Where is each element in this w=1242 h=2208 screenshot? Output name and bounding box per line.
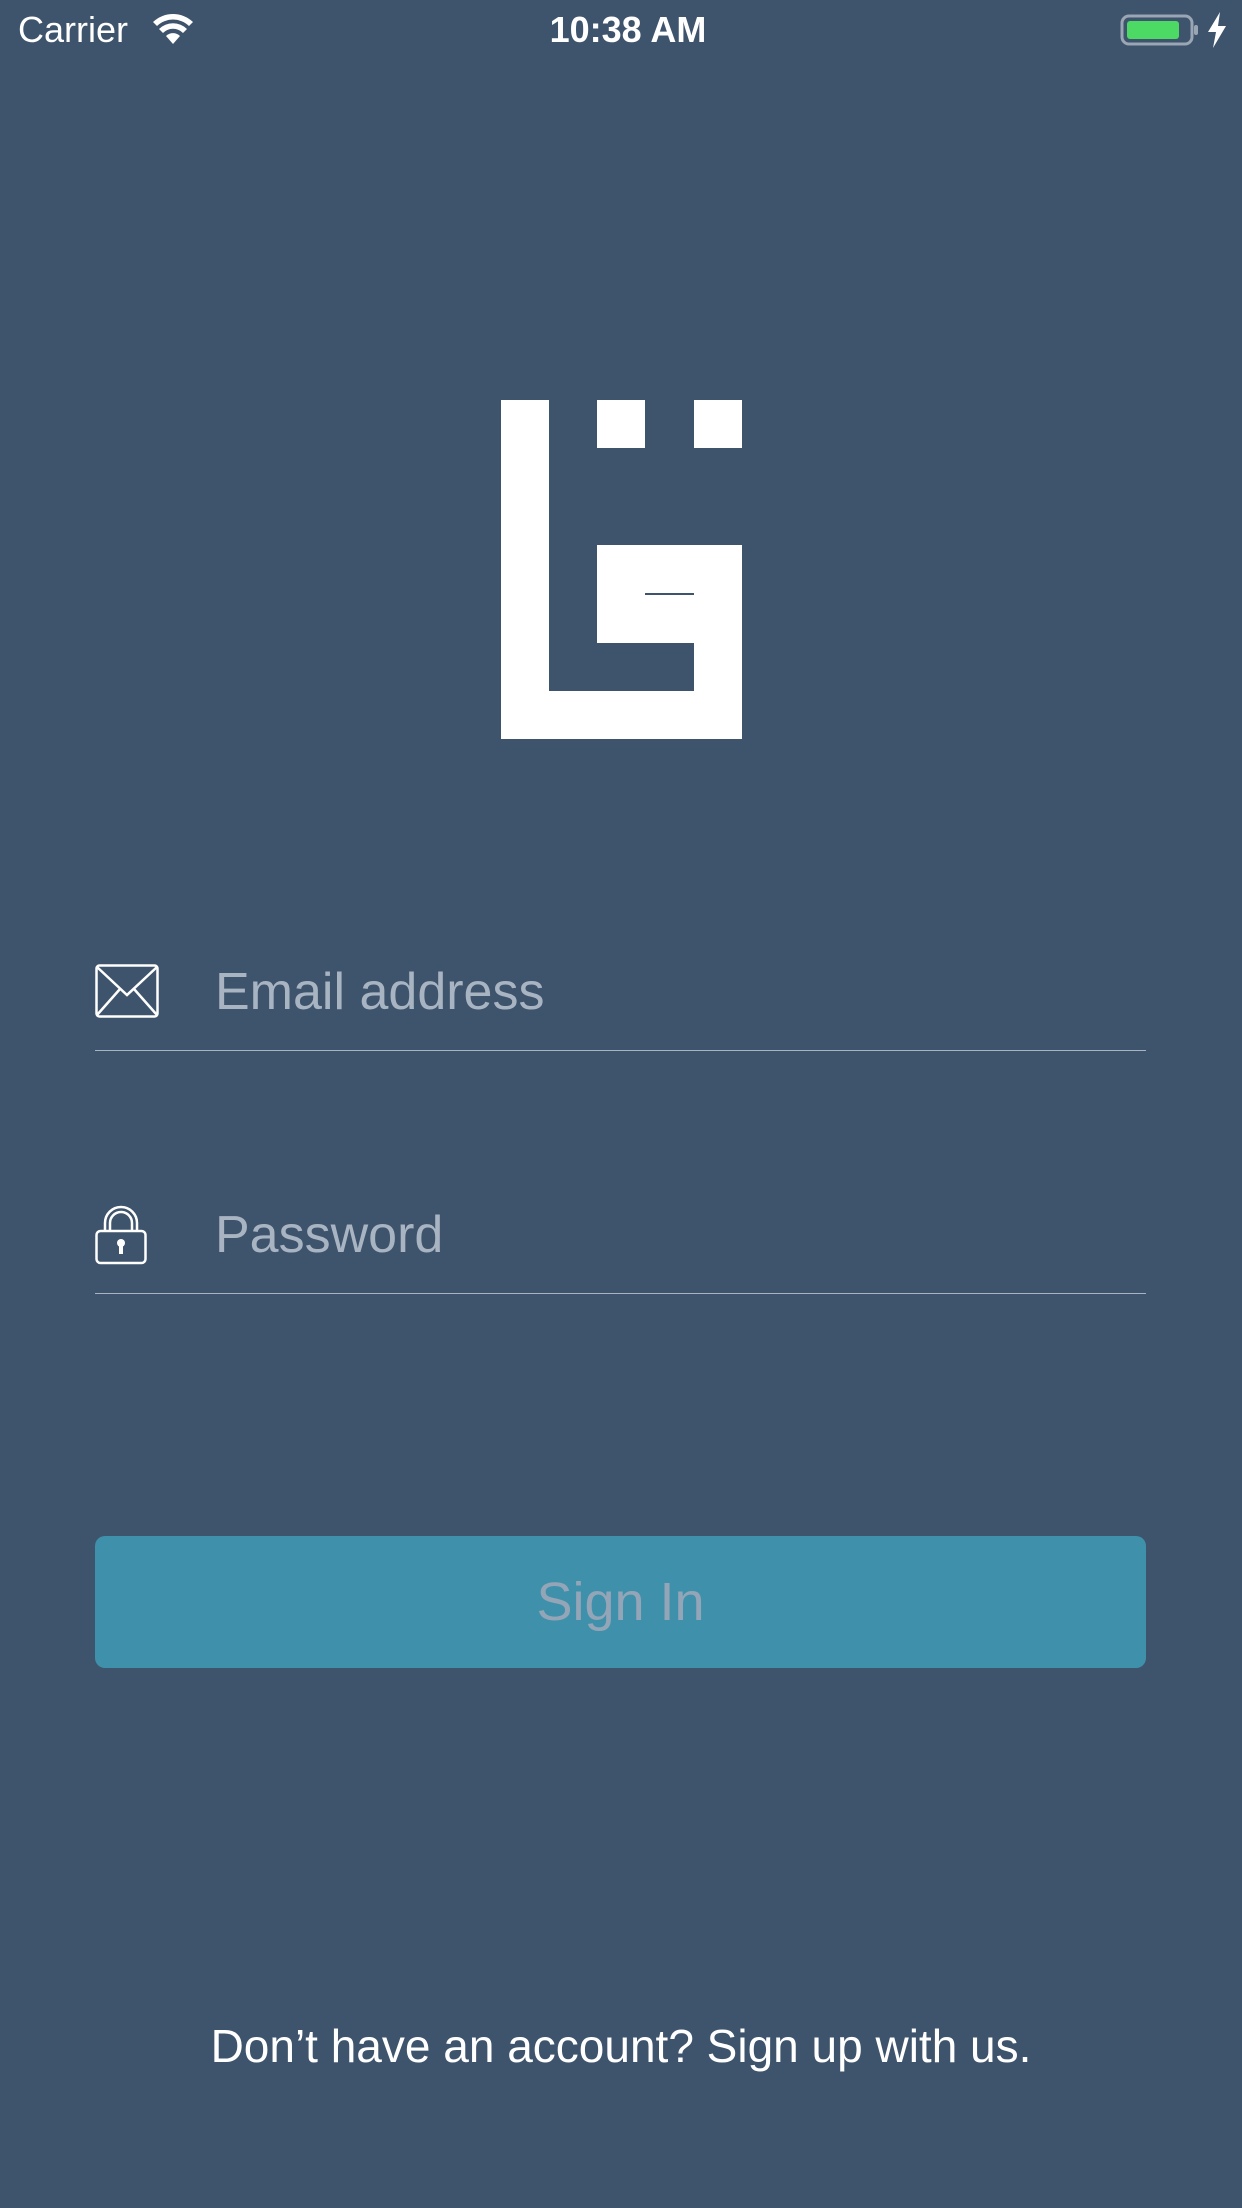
sign-in-button[interactable]: Sign In (95, 1536, 1146, 1668)
status-bar: Carrier 10:38 AM (0, 0, 1242, 60)
brand-logo-icon (501, 400, 742, 739)
password-input[interactable] (215, 1203, 1135, 1267)
sign-up-link[interactable]: Don’t have an account? Sign up with us. (0, 2018, 1242, 2074)
status-time: 10:38 AM (549, 9, 707, 50)
password-field-row (95, 1173, 1146, 1294)
envelope-icon (95, 964, 159, 1018)
battery-icon (1120, 14, 1198, 46)
email-input[interactable] (215, 960, 1135, 1024)
email-field-row (95, 930, 1146, 1051)
lock-icon (95, 1205, 147, 1265)
charging-bolt-icon (1208, 12, 1226, 48)
